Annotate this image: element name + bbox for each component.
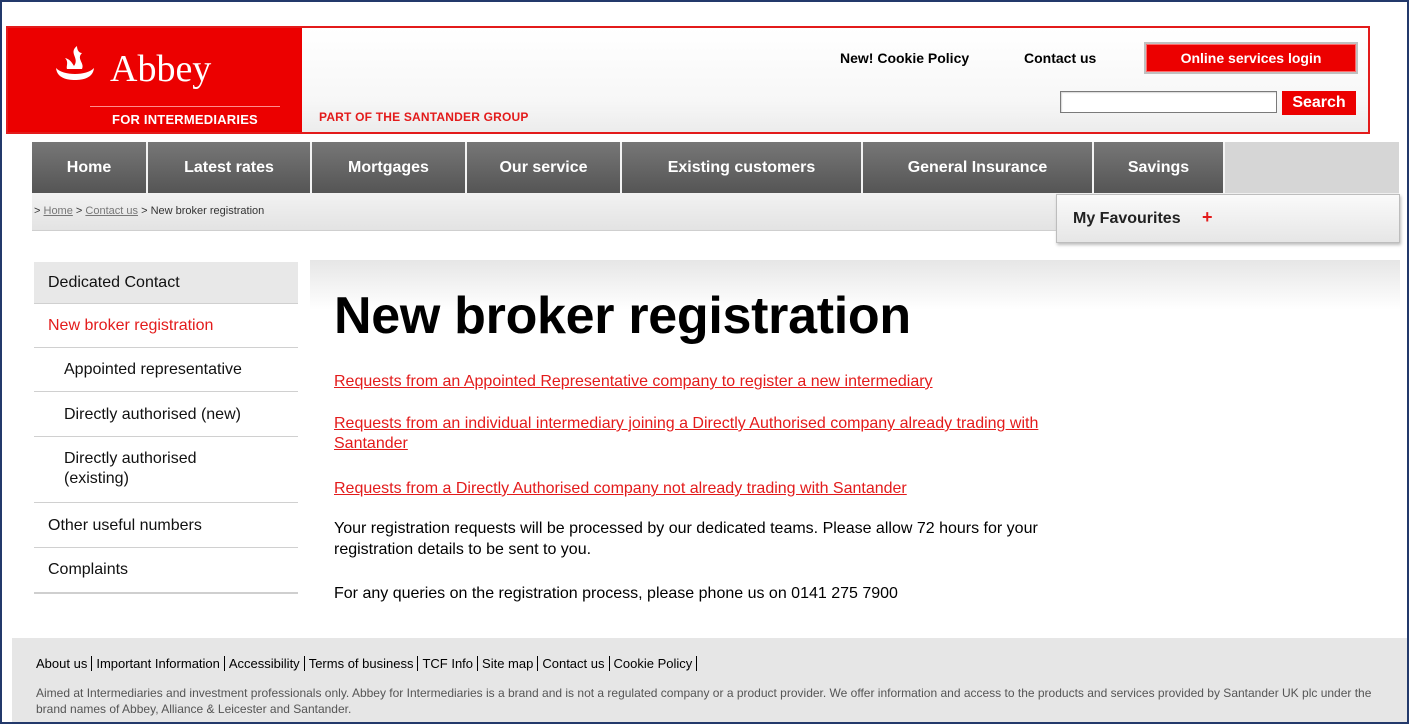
footer-divider	[91, 656, 93, 671]
page-title: New broker registration	[334, 287, 911, 345]
sidebar-nav: Dedicated Contact New broker registratio…	[34, 262, 298, 594]
brand-name: Abbey	[110, 48, 212, 90]
my-favourites-label: My Favourites	[1073, 210, 1181, 227]
directly-authorised-joining-link[interactable]: Requests from an individual intermediary…	[334, 414, 1079, 454]
main-nav: Home Latest rates Mortgages Our service …	[32, 142, 1399, 193]
footer-divider	[696, 656, 698, 671]
breadcrumb-prefix: >	[34, 205, 41, 217]
breadcrumb-current: New broker registration	[150, 205, 265, 217]
footer-link-cookie-policy[interactable]: Cookie Policy	[614, 656, 693, 671]
appointed-representative-link[interactable]: Requests from an Appointed Representativ…	[334, 372, 1094, 392]
online-services-login-button[interactable]: Online services login	[1144, 42, 1358, 74]
nav-savings[interactable]: Savings	[1094, 142, 1225, 193]
sidebar-item-dedicated-contact[interactable]: Dedicated Contact	[34, 262, 298, 304]
group-tagline: PART OF THE SANTANDER GROUP	[319, 110, 529, 124]
flame-logo-icon	[56, 46, 94, 80]
nav-home[interactable]: Home	[32, 142, 148, 193]
footer-link-contact-us[interactable]: Contact us	[542, 656, 604, 671]
plus-icon: +	[1202, 207, 1213, 227]
footer-links: About us Important Information Accessibili…	[36, 656, 701, 671]
brand-logo[interactable]: Abbey FOR INTERMEDIARIES	[8, 28, 302, 132]
breadcrumb-contact-link[interactable]: Contact us	[85, 205, 138, 217]
footer-link-tcf-info[interactable]: TCF Info	[422, 656, 473, 671]
sidebar-item-directly-authorised-existing[interactable]: Directly authorised (existing)	[34, 437, 298, 503]
site-footer: About us Important Information Accessibili…	[12, 638, 1407, 722]
directly-authorised-not-trading-link[interactable]: Requests from a Directly Authorised comp…	[334, 479, 1094, 499]
my-favourites-toggle[interactable]: My Favourites +	[1056, 194, 1400, 243]
sidebar-item-directly-authorised-new[interactable]: Directly authorised (new)	[34, 392, 298, 437]
breadcrumb-home-link[interactable]: Home	[44, 205, 73, 217]
breadcrumb-separator: >	[75, 205, 83, 217]
footer-link-terms-of-business[interactable]: Terms of business	[309, 656, 414, 671]
footer-link-about-us[interactable]: About us	[36, 656, 87, 671]
cookie-policy-link[interactable]: New! Cookie Policy	[840, 50, 969, 66]
sidebar-item-appointed-representative[interactable]: Appointed representative	[34, 348, 298, 392]
footer-divider	[417, 656, 419, 671]
footer-divider	[608, 656, 610, 671]
brand-subtitle: FOR INTERMEDIARIES	[90, 106, 280, 127]
sidebar-item-other-useful-numbers[interactable]: Other useful numbers	[34, 503, 298, 548]
footer-link-site-map[interactable]: Site map	[482, 656, 533, 671]
footer-divider	[303, 656, 305, 671]
contact-us-link[interactable]: Contact us	[1024, 50, 1096, 66]
nav-latest-rates[interactable]: Latest rates	[148, 142, 312, 193]
breadcrumb-separator: >	[141, 205, 148, 217]
search-button[interactable]: Search	[1282, 91, 1356, 115]
nav-mortgages[interactable]: Mortgages	[312, 142, 467, 193]
registration-info-text: Your registration requests will be proce…	[334, 520, 1038, 558]
page-frame: Abbey FOR INTERMEDIARIES PART OF THE SAN…	[0, 0, 1409, 724]
sidebar-item-new-broker-registration[interactable]: New broker registration	[34, 304, 298, 348]
site-header: Abbey FOR INTERMEDIARIES PART OF THE SAN…	[6, 26, 1370, 134]
footer-divider	[537, 656, 539, 671]
footer-divider	[223, 656, 225, 671]
phone-info-text: For any queries on the registration proc…	[334, 585, 898, 602]
sidebar-item-complaints[interactable]: Complaints	[34, 548, 298, 592]
breadcrumb: > Home > Contact us > New broker registr…	[34, 205, 264, 217]
footer-link-accessibility[interactable]: Accessibility	[229, 656, 300, 671]
nav-existing-customers[interactable]: Existing customers	[622, 142, 863, 193]
nav-our-service[interactable]: Our service	[467, 142, 622, 193]
search-input[interactable]	[1060, 91, 1277, 113]
footer-disclaimer: Aimed at Intermediaries and investment p…	[36, 686, 1372, 716]
sidebar-divider	[34, 592, 298, 594]
footer-divider	[477, 656, 479, 671]
footer-link-important-information[interactable]: Important Information	[96, 656, 220, 671]
nav-general-insurance[interactable]: General Insurance	[863, 142, 1094, 193]
